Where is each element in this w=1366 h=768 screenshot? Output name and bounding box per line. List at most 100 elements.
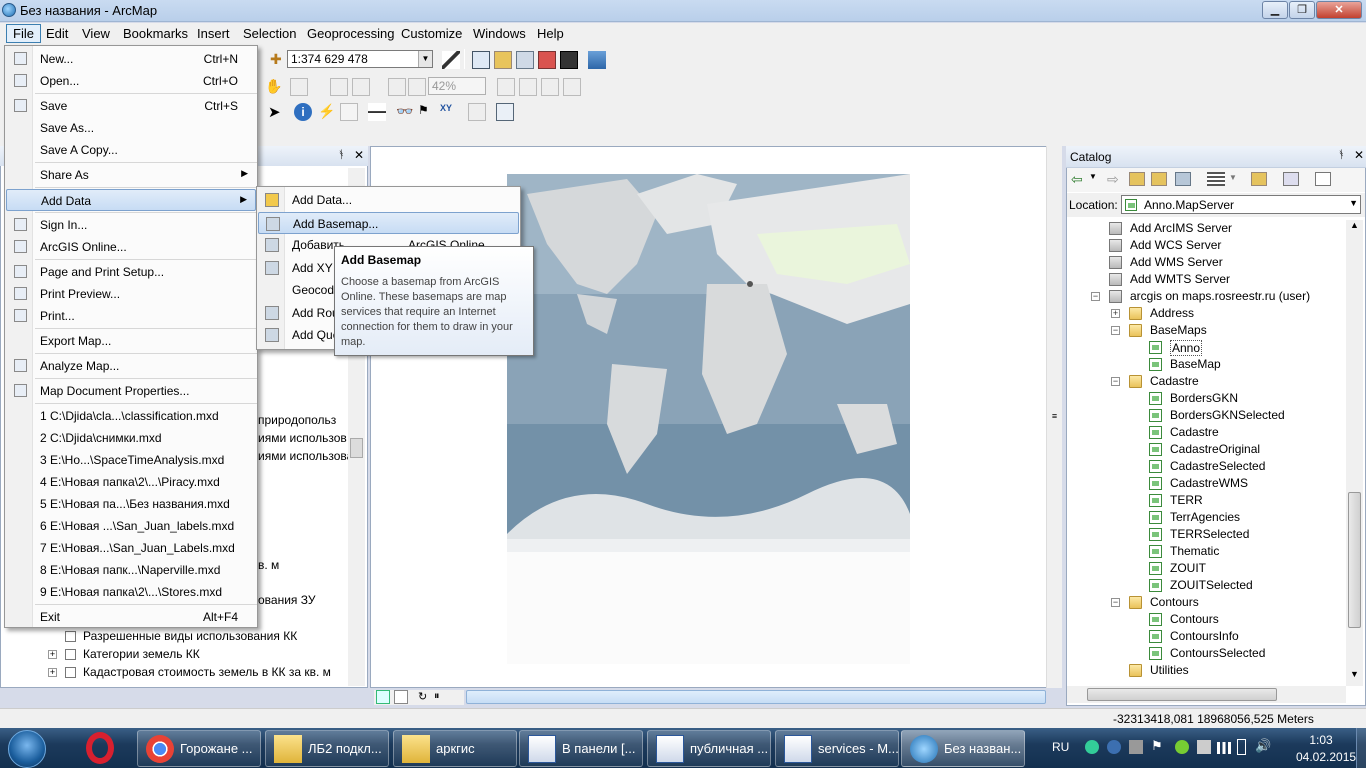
catalog-tree-item[interactable]: BaseMap <box>1170 357 1221 371</box>
file-menu-item[interactable]: Add Data ▶ <box>6 189 256 211</box>
toggle-contents-icon[interactable] <box>1283 172 1299 186</box>
toggle-draft-icon[interactable] <box>563 78 581 96</box>
create-viewer-icon[interactable] <box>496 103 514 121</box>
taskbar-button[interactable]: аркгис <box>393 730 517 767</box>
menu-edit[interactable]: Edit <box>46 26 68 41</box>
scroll-up-icon[interactable]: ▲ <box>1346 220 1363 237</box>
file-menu-item[interactable]: 4 E:\Новая папка\2\...\Piracy.mxd <box>6 471 256 493</box>
expand-toggle[interactable]: + <box>48 668 57 677</box>
tree-toggle[interactable]: − <box>1111 377 1120 386</box>
measure-icon[interactable] <box>368 103 386 121</box>
file-menu-item[interactable]: ArcGIS Online... <box>6 236 256 258</box>
menu-customize[interactable]: Customize <box>401 26 462 41</box>
show-desktop-button[interactable] <box>1356 728 1366 768</box>
arctoolbox-icon[interactable] <box>538 51 556 69</box>
home-icon[interactable] <box>1151 172 1167 186</box>
full-extent-icon[interactable] <box>290 78 308 96</box>
catalog-tree-item[interactable]: ZOUITSelected <box>1170 578 1253 592</box>
up-level-icon[interactable] <box>1129 172 1145 186</box>
add-data-menu-item[interactable]: Add Basemap... <box>258 211 519 234</box>
close-button[interactable]: ✕ <box>1316 1 1362 19</box>
catalog-tree-item[interactable]: Add WMS Server <box>1130 255 1223 269</box>
clock[interactable]: 1:03 04.02.2015 <box>1296 733 1356 764</box>
file-menu-item[interactable]: Open... Ctrl+O <box>6 70 256 92</box>
pause-icon[interactable]: ⏸ <box>434 690 440 703</box>
python-window-icon[interactable] <box>560 51 578 69</box>
catalog-tree-item[interactable]: ContoursSelected <box>1170 646 1265 660</box>
layout-view-icon[interactable] <box>497 78 515 96</box>
catalog-tree-item[interactable]: CadastreOriginal <box>1170 442 1260 456</box>
menu-help[interactable]: Help <box>537 26 564 41</box>
start-button[interactable] <box>8 730 46 768</box>
zoom-out-fixed-icon[interactable] <box>352 78 370 96</box>
map-horizontal-scrollbar[interactable] <box>466 690 1046 704</box>
layout-view-button[interactable] <box>394 690 408 704</box>
location-combo[interactable]: Anno.MapServer ▼ <box>1121 195 1361 214</box>
file-menu-item[interactable]: 2 C:\Djida\снимки.mxd <box>6 427 256 449</box>
taskbar-button[interactable]: ЛБ2 подкл... <box>265 730 389 767</box>
language-indicator[interactable]: RU <box>1052 740 1069 754</box>
html-popup-icon[interactable] <box>340 103 358 121</box>
file-menu-item[interactable]: 8 E:\Новая папк...\Naperville.mxd <box>6 559 256 581</box>
forward-icon[interactable]: ⇨ <box>1107 171 1119 188</box>
menu-windows[interactable]: Windows <box>473 26 526 41</box>
menu-view[interactable]: View <box>82 26 110 41</box>
taskbar-button[interactable]: Без назван... <box>901 730 1025 767</box>
maximize-button[interactable]: ❐ <box>1289 1 1315 19</box>
catalog-horizontal-scrollbar[interactable] <box>1067 686 1346 703</box>
map-vertical-scrollbar[interactable]: ≡ <box>1046 146 1062 688</box>
catalog-tree-item[interactable]: CadastreSelected <box>1170 459 1265 473</box>
previous-extent-icon[interactable] <box>388 78 406 96</box>
file-menu-item[interactable]: Exit Alt+F4 <box>6 606 256 628</box>
add-data-toolbar-icon[interactable]: ✚ <box>270 51 288 69</box>
tree-toggle[interactable]: − <box>1111 598 1120 607</box>
file-menu-item[interactable]: New... Ctrl+N <box>6 48 256 70</box>
catalog-tree-item[interactable]: Contours <box>1170 612 1219 626</box>
pan-icon[interactable]: ✋ <box>265 78 283 96</box>
layer-checkbox[interactable] <box>65 649 76 660</box>
taskbar-button[interactable]: В панели [... <box>519 730 643 767</box>
toc-close-icon[interactable]: ✕ <box>354 148 364 162</box>
flag-icon[interactable]: ⚑ <box>1151 738 1163 754</box>
menu-file[interactable]: File <box>6 24 41 43</box>
file-menu-item[interactable]: Print Preview... <box>6 283 256 305</box>
find-icon[interactable]: 👓 <box>396 103 414 121</box>
toc-scroll-thumb[interactable] <box>350 438 363 458</box>
chevron-down-icon[interactable]: ▼ <box>418 51 432 67</box>
search-window-icon[interactable] <box>516 51 534 69</box>
map-scale-combo[interactable]: 1:374 629 478 ▼ <box>287 50 433 68</box>
catalog-tree-item[interactable]: ZOUIT <box>1170 561 1206 575</box>
refresh-icon[interactable]: ↻ <box>418 690 427 703</box>
back-icon[interactable]: ⇦ <box>1071 171 1083 188</box>
catalog-tree-item[interactable]: BordersGKN <box>1170 391 1238 405</box>
find-route-icon[interactable]: ⚑ <box>418 103 436 121</box>
menu-bookmarks[interactable]: Bookmarks <box>123 26 188 41</box>
file-menu-item[interactable]: Page and Print Setup... <box>6 261 256 283</box>
catalog-tree-item[interactable]: Add ArcIMS Server <box>1130 221 1232 235</box>
layer-checkbox[interactable] <box>65 631 76 642</box>
tray-app-icon[interactable] <box>1129 740 1143 754</box>
tray-app-icon[interactable] <box>1175 740 1189 754</box>
identify-icon[interactable]: i <box>294 103 312 121</box>
file-menu-item[interactable]: Save A Copy... <box>6 139 256 161</box>
tree-toggle[interactable]: + <box>1111 309 1120 318</box>
catalog-tree-item[interactable]: TERRSelected <box>1170 527 1249 541</box>
catalog-tree-item[interactable]: Cadastre <box>1150 374 1199 388</box>
catalog-tree-item[interactable]: BordersGKNSelected <box>1170 408 1285 422</box>
catalog-tree-item[interactable]: ContoursInfo <box>1170 629 1239 643</box>
catalog-tree-item[interactable]: arcgis on maps.rosreestr.ru (user) <box>1130 289 1310 303</box>
catalog-tree-item[interactable]: Contours <box>1150 595 1199 609</box>
opera-pinned[interactable] <box>70 730 130 767</box>
tree-toggle[interactable]: − <box>1111 326 1120 335</box>
catalog-tree-item[interactable]: Anno <box>1170 340 1203 356</box>
catalog-close-icon[interactable]: ✕ <box>1354 148 1364 162</box>
add-data-menu-item[interactable]: Add Data... <box>258 189 519 211</box>
data-view-button[interactable] <box>376 690 390 704</box>
taskbar-button[interactable]: публичная ... <box>647 730 771 767</box>
file-menu-item[interactable]: Analyze Map... <box>6 355 256 377</box>
zoom-combo[interactable]: 42% <box>428 77 486 95</box>
catalog-tree-item[interactable]: CadastreWMS <box>1170 476 1248 490</box>
chevron-down-icon[interactable]: ▼ <box>1229 173 1237 182</box>
file-menu-item[interactable]: Map Document Properties... <box>6 380 256 402</box>
scroll-grip-icon[interactable]: ≡ <box>1049 411 1060 423</box>
